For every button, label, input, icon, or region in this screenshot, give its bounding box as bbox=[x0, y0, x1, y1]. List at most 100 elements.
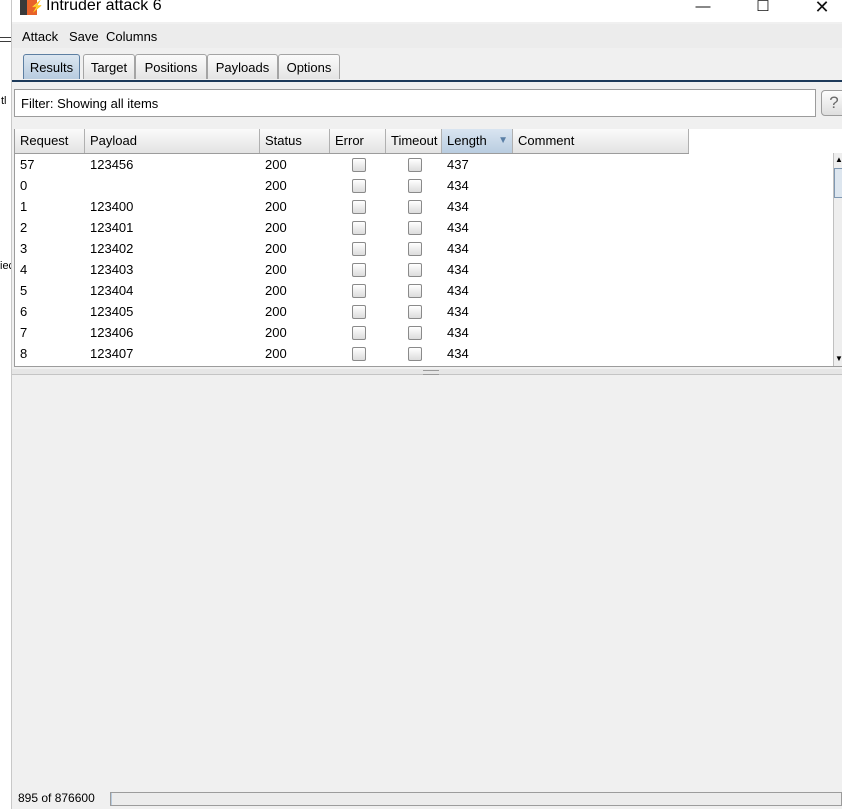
timeout-checkbox[interactable] bbox=[408, 242, 422, 256]
table-row[interactable]: 4 123403 200 434 bbox=[15, 259, 689, 280]
menu-columns[interactable]: Columns bbox=[106, 29, 157, 44]
cell-comment bbox=[15, 196, 20, 217]
tab-target[interactable]: Target bbox=[83, 54, 135, 79]
tab-positions[interactable]: Positions bbox=[135, 54, 207, 79]
timeout-checkbox[interactable] bbox=[408, 347, 422, 361]
progress-bar bbox=[110, 792, 842, 806]
tab-options[interactable]: Options bbox=[278, 54, 340, 79]
cell-payload: 123401 bbox=[90, 220, 134, 235]
column-header-timeout[interactable]: Timeout bbox=[386, 129, 442, 153]
error-checkbox[interactable] bbox=[352, 305, 366, 319]
table-row[interactable]: 7 123406 200 434 bbox=[15, 322, 689, 343]
column-header-comment[interactable]: Comment bbox=[513, 129, 689, 153]
tab-strip: Results Target Positions Payloads Option… bbox=[12, 51, 842, 83]
progress-bar-fill bbox=[111, 793, 112, 805]
error-checkbox[interactable] bbox=[352, 221, 366, 235]
error-checkbox[interactable] bbox=[352, 200, 366, 214]
cell-comment bbox=[15, 217, 20, 238]
timeout-checkbox[interactable] bbox=[408, 221, 422, 235]
table-header: Request Payload Status Error Timeout Len… bbox=[15, 129, 689, 154]
column-header-request[interactable]: Request bbox=[15, 129, 85, 153]
cell-comment bbox=[15, 259, 20, 280]
sort-desc-icon: ▼ bbox=[498, 135, 508, 146]
cell-payload: 123404 bbox=[90, 283, 134, 298]
cell-comment bbox=[15, 238, 20, 259]
cell-payload bbox=[85, 175, 90, 196]
table-row[interactable]: 1 123400 200 434 bbox=[15, 196, 689, 217]
minimize-icon[interactable]: — bbox=[680, 0, 726, 18]
column-header-length[interactable]: Length ▼ bbox=[442, 129, 513, 153]
error-checkbox[interactable] bbox=[352, 284, 366, 298]
table-row[interactable]: 57 123456 200 437 bbox=[15, 154, 689, 175]
timeout-checkbox[interactable] bbox=[408, 284, 422, 298]
column-header-payload[interactable]: Payload bbox=[85, 129, 260, 153]
cell-length: 434 bbox=[447, 325, 469, 340]
help-button[interactable]: ? bbox=[821, 90, 842, 116]
maximize-icon[interactable]: ☐ bbox=[740, 0, 786, 18]
error-checkbox[interactable] bbox=[352, 347, 366, 361]
cell-comment bbox=[15, 280, 20, 301]
intruder-attack-window: ⚡ Intruder attack 6 — ☐ ✕ Attack Save Co… bbox=[12, 0, 842, 809]
cell-comment bbox=[15, 175, 20, 196]
tab-payloads[interactable]: Payloads bbox=[207, 54, 278, 79]
vertical-scrollbar[interactable]: ▲ ▼ bbox=[833, 153, 842, 366]
cell-comment bbox=[15, 301, 20, 322]
error-checkbox[interactable] bbox=[352, 179, 366, 193]
results-table: Request Payload Status Error Timeout Len… bbox=[14, 129, 842, 367]
scroll-up-icon[interactable]: ▲ bbox=[834, 153, 842, 167]
table-row[interactable]: 5 123404 200 434 bbox=[15, 280, 689, 301]
timeout-checkbox[interactable] bbox=[408, 263, 422, 277]
timeout-checkbox[interactable] bbox=[408, 326, 422, 340]
tab-underline bbox=[12, 80, 842, 82]
filter-bar[interactable]: Filter: Showing all items bbox=[14, 89, 816, 117]
status-bar: 895 of 876600 bbox=[12, 789, 842, 809]
error-checkbox[interactable] bbox=[352, 242, 366, 256]
error-checkbox[interactable] bbox=[352, 263, 366, 277]
menu-save[interactable]: Save bbox=[69, 29, 99, 44]
cell-length: 434 bbox=[447, 220, 469, 235]
timeout-checkbox[interactable] bbox=[408, 158, 422, 172]
cell-payload: 123406 bbox=[90, 325, 134, 340]
cell-length: 434 bbox=[447, 241, 469, 256]
cell-status: 200 bbox=[265, 241, 287, 256]
cell-length: 434 bbox=[447, 262, 469, 277]
bg-text-fragment: tl bbox=[1, 95, 7, 107]
error-checkbox[interactable] bbox=[352, 326, 366, 340]
table-row[interactable]: 3 123402 200 434 bbox=[15, 238, 689, 259]
table-row[interactable]: 8 123407 200 434 bbox=[15, 343, 689, 364]
tab-results[interactable]: Results bbox=[23, 54, 80, 79]
scroll-down-icon[interactable]: ▼ bbox=[834, 352, 842, 366]
timeout-checkbox[interactable] bbox=[408, 179, 422, 193]
cell-comment bbox=[15, 322, 20, 343]
menu-bar: Attack Save Columns bbox=[12, 24, 842, 48]
table-row[interactable]: 0 200 434 bbox=[15, 175, 689, 196]
background-window-edge: tl iec bbox=[0, 0, 14, 809]
column-header-status[interactable]: Status bbox=[260, 129, 330, 153]
cell-status: 200 bbox=[265, 283, 287, 298]
column-header-error[interactable]: Error bbox=[330, 129, 386, 153]
timeout-checkbox[interactable] bbox=[408, 200, 422, 214]
cell-payload: 123403 bbox=[90, 262, 134, 277]
title-bar[interactable]: ⚡ Intruder attack 6 — ☐ ✕ bbox=[12, 0, 842, 22]
close-icon[interactable]: ✕ bbox=[799, 0, 842, 18]
cell-status: 200 bbox=[265, 157, 287, 172]
scroll-thumb[interactable] bbox=[834, 168, 842, 198]
cell-status: 200 bbox=[265, 262, 287, 277]
cell-length: 434 bbox=[447, 199, 469, 214]
cell-payload: 123456 bbox=[90, 157, 134, 172]
timeout-checkbox[interactable] bbox=[408, 305, 422, 319]
filter-text: Filter: Showing all items bbox=[21, 96, 159, 111]
table-row[interactable]: 2 123401 200 434 bbox=[15, 217, 689, 238]
cell-payload: 123405 bbox=[90, 304, 134, 319]
cell-payload: 123400 bbox=[90, 199, 134, 214]
cell-payload: 123402 bbox=[90, 241, 134, 256]
cell-length: 434 bbox=[447, 178, 469, 193]
cell-comment bbox=[15, 343, 20, 364]
menu-attack[interactable]: Attack bbox=[22, 29, 58, 44]
window-title: Intruder attack 6 bbox=[46, 0, 162, 14]
error-checkbox[interactable] bbox=[352, 158, 366, 172]
column-header-length-label: Length bbox=[447, 133, 487, 148]
table-row[interactable]: 6 123405 200 434 bbox=[15, 301, 689, 322]
cell-length: 437 bbox=[447, 157, 469, 172]
progress-text: 895 of 876600 bbox=[18, 791, 95, 805]
